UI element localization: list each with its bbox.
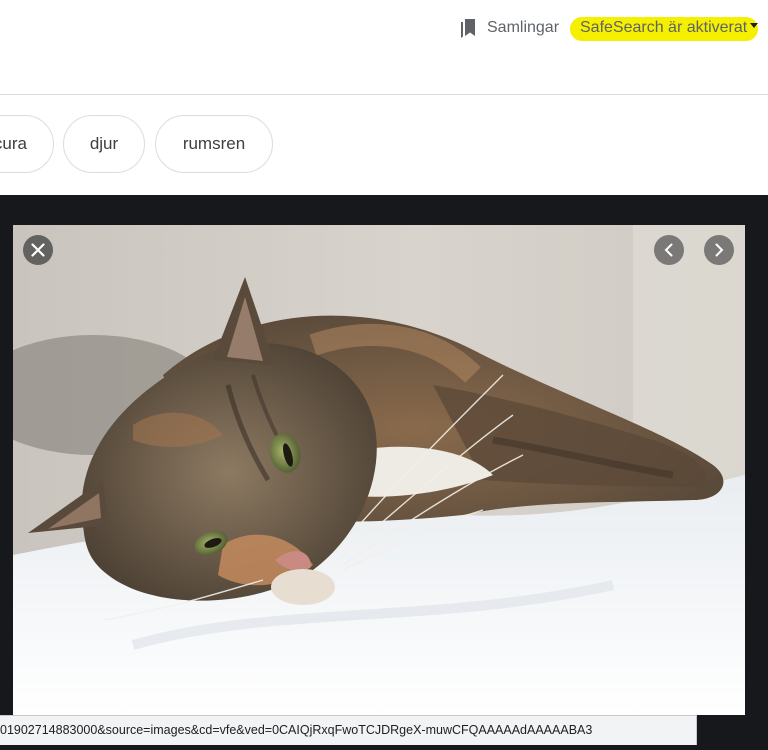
close-viewer-button[interactable] (23, 235, 53, 265)
chip-djur[interactable]: djur (63, 115, 145, 173)
safesearch-toggle[interactable]: SafeSearch är aktiverat (570, 14, 762, 42)
page: Samlingar SafeSearch är aktiverat cura d… (0, 0, 768, 750)
dropdown-caret-icon (750, 23, 758, 28)
close-icon (31, 243, 45, 257)
safesearch-label: SafeSearch är aktiverat (580, 19, 748, 36)
cat-photo[interactable] (13, 225, 745, 715)
next-image-button[interactable] (704, 235, 734, 265)
chevron-right-icon (715, 243, 724, 257)
chevron-left-icon (664, 243, 673, 257)
previous-image-button[interactable] (654, 235, 684, 265)
image-viewer-panel (0, 195, 768, 750)
chip-rumsren[interactable]: rumsren (155, 115, 273, 173)
bookmark-collections-icon (461, 19, 475, 38)
related-chips-bar: cura djur rumsren (0, 95, 768, 195)
status-bar-url: 01902714883000&source=images&cd=vfe&ved=… (0, 715, 697, 745)
header: Samlingar SafeSearch är aktiverat (0, 0, 768, 95)
chip-cura[interactable]: cura (0, 115, 54, 173)
cat-photo-graphic (13, 225, 745, 715)
collections-link[interactable]: Samlingar (458, 15, 559, 41)
collections-label: Samlingar (487, 19, 560, 36)
